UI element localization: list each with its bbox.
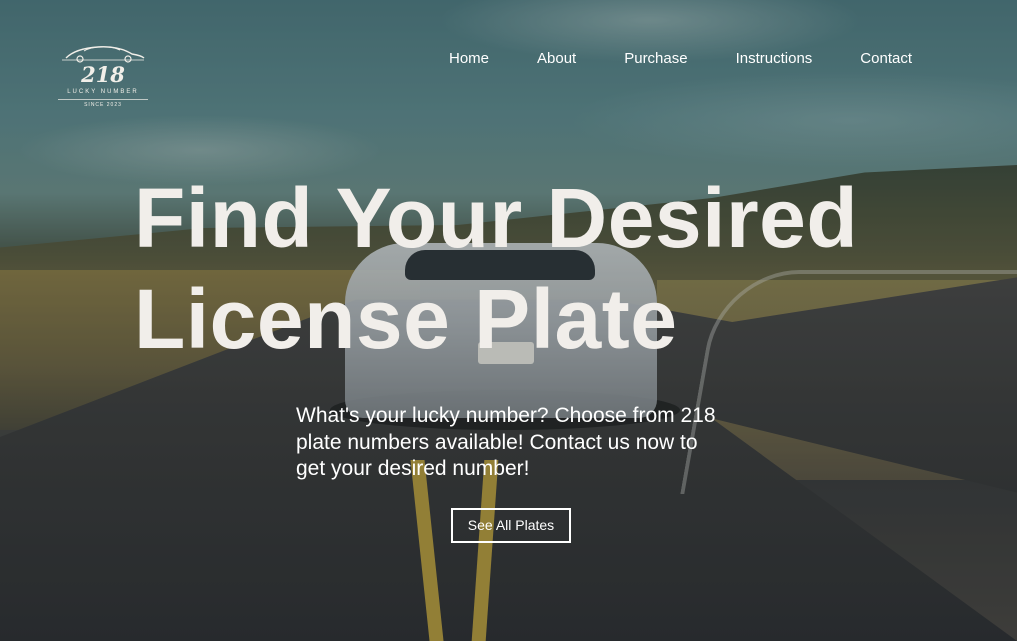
nav-item-contact[interactable]: Contact [860,50,912,68]
logo-since: SINCE 2023 [58,99,148,109]
hero-headline-line-1: Find Your Desired [134,171,859,265]
nav-item-home[interactable]: Home [449,50,489,68]
nav-item-about[interactable]: About [537,50,576,68]
nav-item-instructions[interactable]: Instructions [736,50,813,68]
hero-headline: Find Your Desired License Plate [134,168,954,370]
nav-item-purchase[interactable]: Purchase [624,50,687,68]
main-nav: Home About Purchase Instructions Contact [440,50,912,68]
logo-number: 218 [81,62,125,87]
hero-headline-line-2: License Plate [134,272,678,366]
site-logo[interactable]: 218 LUCKY NUMBER SINCE 2023 [58,42,148,112]
logo-subtitle: LUCKY NUMBER [67,89,139,95]
hero-section: 218 LUCKY NUMBER SINCE 2023 Home About P… [0,0,1017,641]
see-all-plates-button[interactable]: See All Plates [451,508,571,543]
hero-tagline: What's your lucky number? Choose from 21… [296,404,716,480]
